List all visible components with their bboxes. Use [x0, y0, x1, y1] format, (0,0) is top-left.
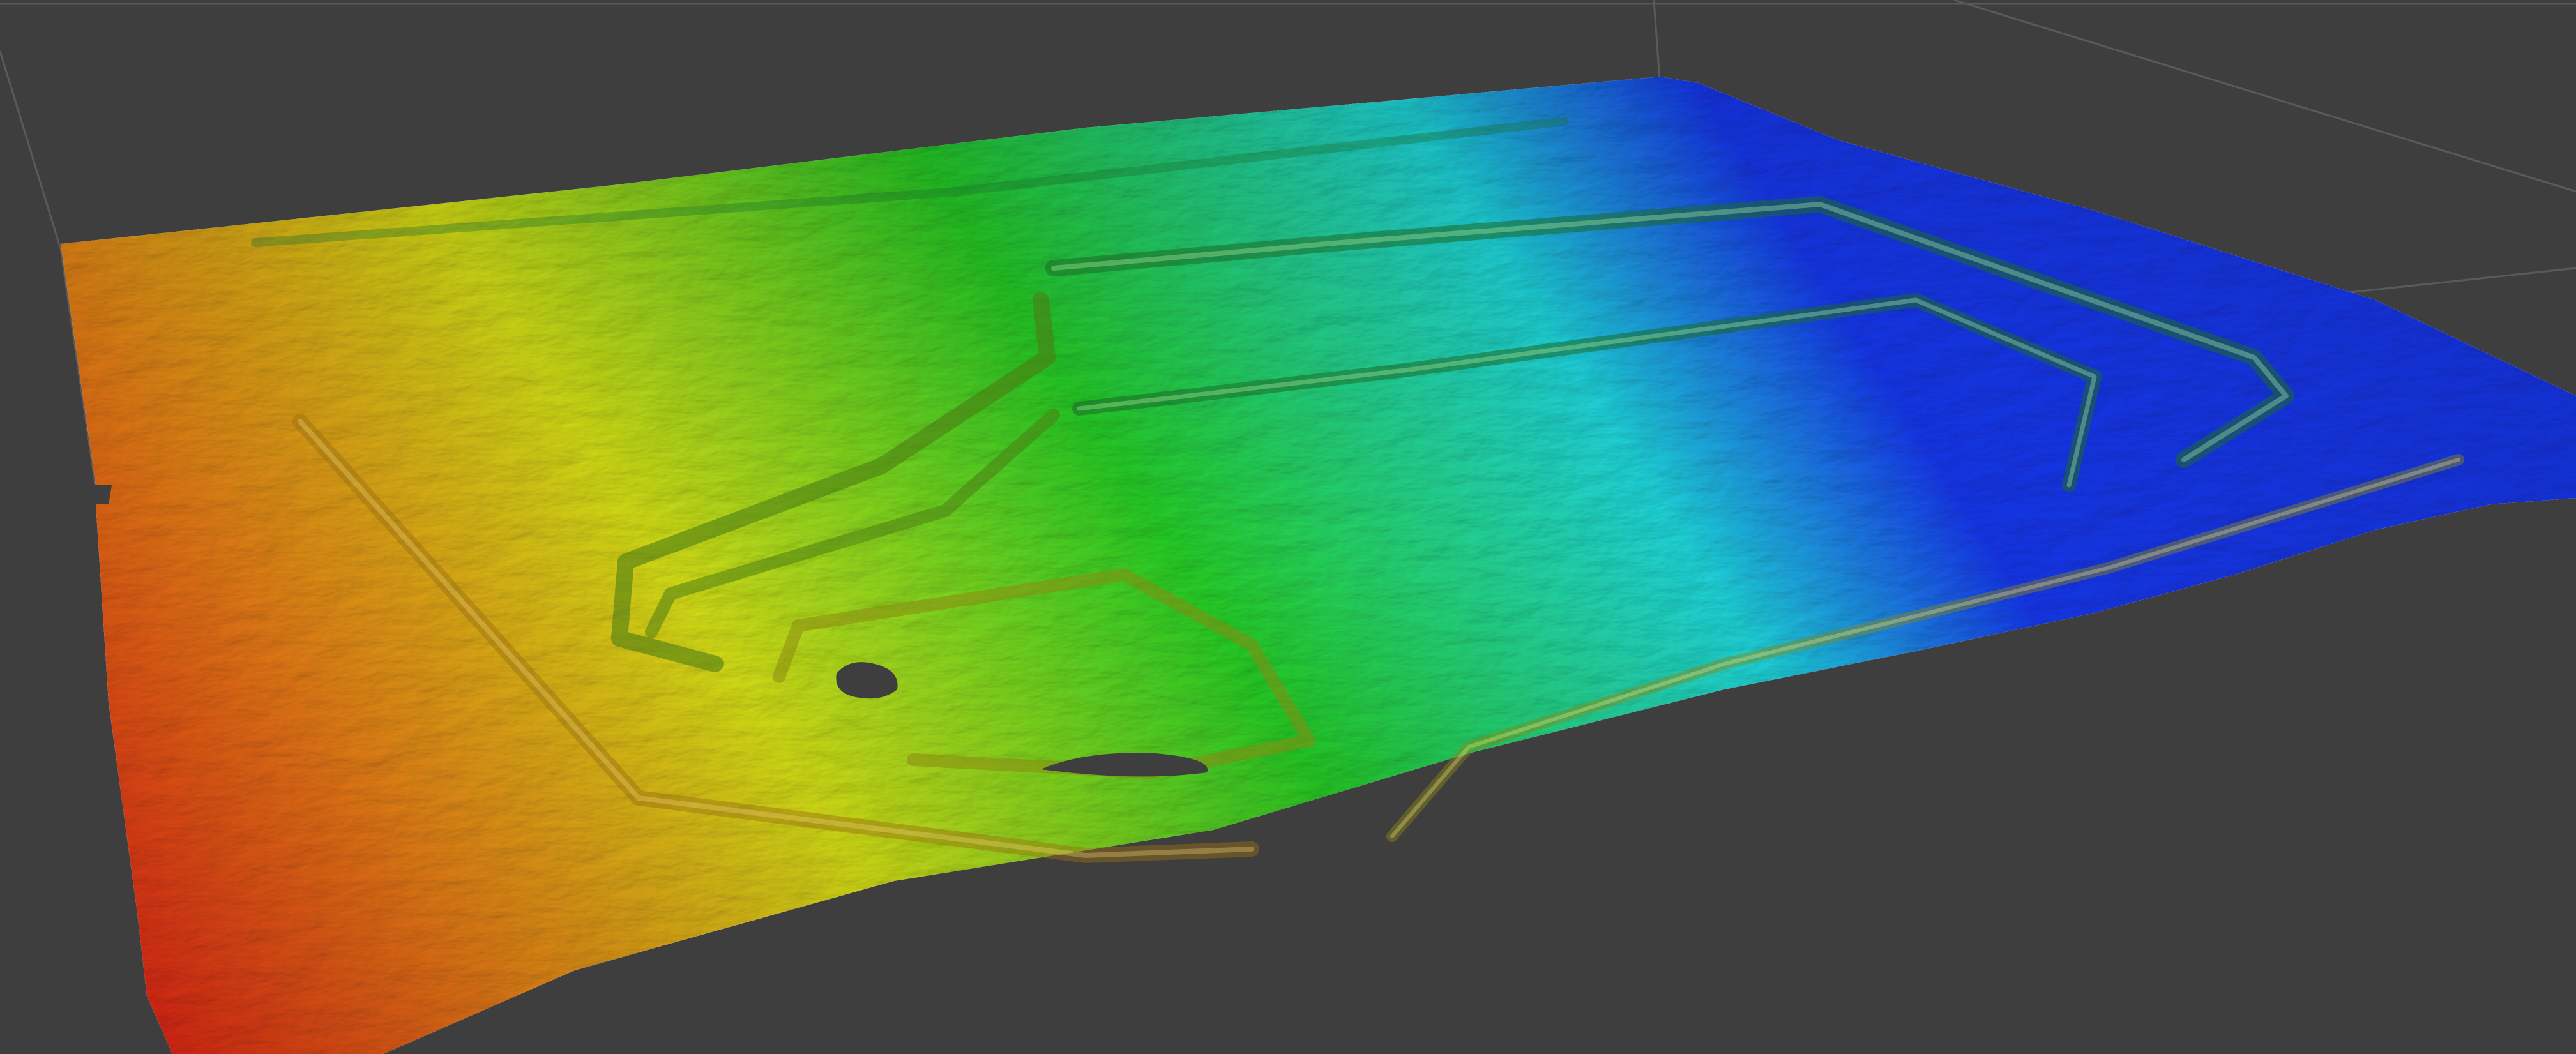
terrain-mesh-icon[interactable]	[61, 77, 2576, 1054]
3d-viewport[interactable]	[0, 0, 2576, 1054]
terrain-scene[interactable]	[0, 0, 2576, 1054]
